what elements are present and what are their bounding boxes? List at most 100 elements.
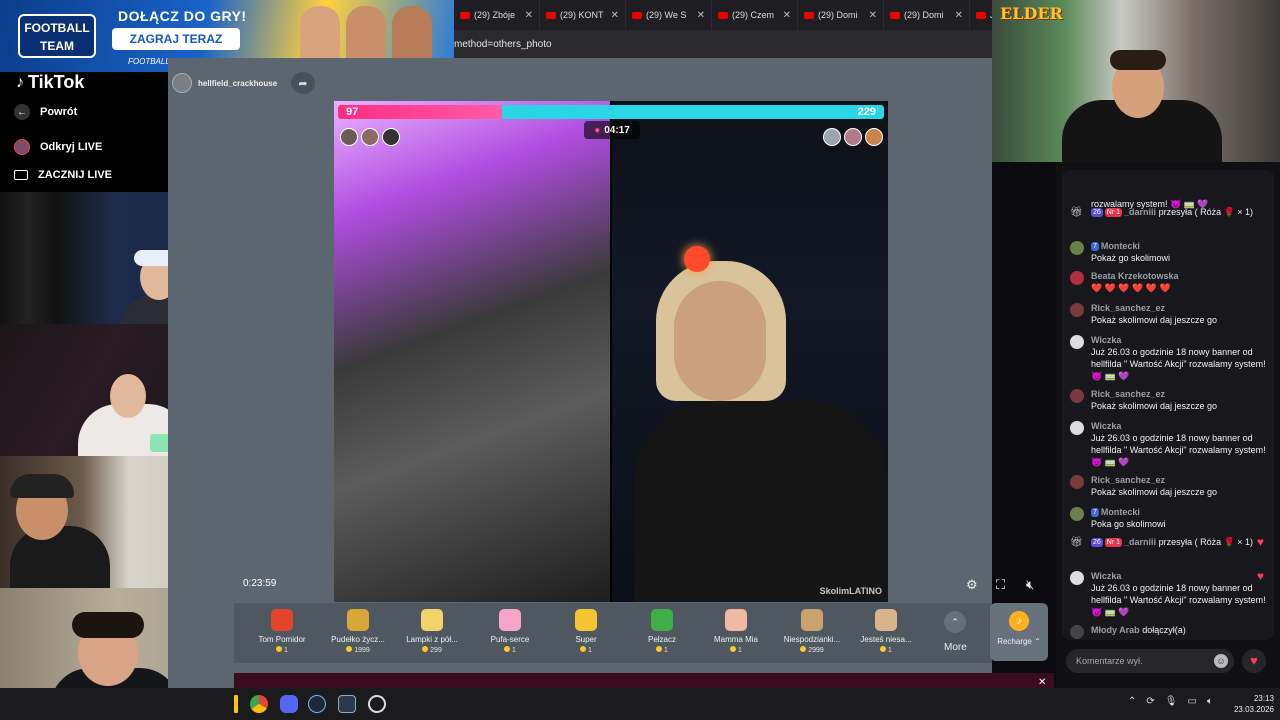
recharge-button[interactable]: ♪ Recharge ⌃ [990,603,1048,661]
chat-username[interactable]: Młody Arab [1091,625,1140,635]
chat-message[interactable]: Wiczka Już 26.03 o godzinie 18 nowy bann… [1070,420,1270,468]
chat-username[interactable]: Rick_sanchez_ez [1091,389,1165,399]
browser-tab[interactable]: (29) Domi ✕ [884,0,970,30]
close-icon[interactable]: ✕ [611,10,619,21]
close-icon[interactable]: ✕ [783,10,791,21]
supporter-avatar[interactable] [382,128,400,146]
gift-message[interactable]: 🎁︎ 26 Nr 1 _darniii przesyła ( Róża 🌹 × 1) ♥ [1070,536,1270,548]
address-bar[interactable]: method=others_photo [454,30,992,58]
chat-avatar[interactable] [1070,335,1084,349]
browser-tab[interactable]: (29) Domi ✕ [798,0,884,30]
supporter-avatar[interactable] [844,128,862,146]
settings-icon[interactable]: ⚙ [966,577,978,593]
gift-name: Mamma Mia [713,635,758,644]
chat-username[interactable]: Wiczka [1091,571,1121,581]
gift-more-button[interactable]: More [944,642,967,653]
volume-icon[interactable]: 🔈︎ [1207,696,1213,707]
chevron-up-icon[interactable]: ⌃ [1128,696,1136,707]
chat-username[interactable]: Wiczka [1091,335,1121,345]
chat-message[interactable]: Rick_sanchez_ez Pokaż skolimowi daj jesz… [1070,388,1270,412]
chat-username[interactable]: _darniii [1124,537,1156,547]
gift-item[interactable]: Super 1 [550,609,622,654]
mute-icon[interactable]: 🔇︎ [1026,577,1034,593]
gift-icon [575,609,597,631]
close-icon[interactable]: ✕ [869,10,877,21]
live-video[interactable]: 97 229 ● 04:17 SkolimLATINO [334,101,888,602]
gift-item[interactable]: Pudełko życz... 1999 [322,609,394,654]
chat-username[interactable]: Wiczka [1091,421,1121,431]
sidebar-item-go-live[interactable]: ZACZNIJ LIVE [14,169,112,181]
microphone-icon[interactable]: 🎙︎ [1165,696,1178,707]
obs-icon[interactable] [368,695,386,713]
gift-item[interactable]: Pełzacz 1 [626,609,698,654]
close-icon[interactable]: ✕ [1038,677,1046,688]
gift-message[interactable]: 🎁︎ 26 Nr 1 _darniii przesyła ( Róża 🌹 × 1) [1070,206,1270,218]
chat-avatar[interactable] [1070,241,1084,255]
gift-item[interactable]: Mamma Mia 1 [700,609,772,654]
back-button[interactable]: ← Powrót [14,104,77,120]
pk-left-score: 97 [346,106,359,118]
chat-message[interactable]: Wiczka Już 26.03 o godzinie 18 nowy bann… [1070,334,1270,382]
clock[interactable]: 23:13 23.03.2026 [1226,693,1274,715]
chat-message[interactable]: Beata Krzekotowska ❤️ ❤️ ❤️ ❤️ ❤️ ❤️ [1070,270,1270,294]
browser-tab[interactable]: (29) KONT ✕ [540,0,626,30]
gift-item[interactable]: Pufa-serce 1 [474,609,546,654]
heart-icon[interactable]: ♥ [1242,649,1266,673]
battle-timer-text: 04:17 [604,124,630,136]
ad-play-button[interactable]: ZAGRAJ TERAZ [112,28,240,50]
browser-tab[interactable]: (29) We S ✕ [626,0,712,30]
chat-username[interactable]: _darniii [1124,207,1156,217]
chat-message[interactable]: Rick_sanchez_ez Pokaż skolimowi daj jesz… [1070,474,1270,498]
supporter-avatar[interactable] [823,128,841,146]
fullscreen-icon[interactable]: ⛶ [996,577,1005,593]
sync-icon[interactable]: ⟳ [1146,696,1154,707]
share-icon[interactable]: ➦ [291,72,315,94]
tiktok-logo[interactable]: ♪ TikTok [16,72,84,93]
chat-username[interactable]: Montecki [1101,241,1140,251]
chat-username[interactable]: Beata Krzekotowska [1091,271,1179,281]
chat-username[interactable]: Rick_sanchez_ez [1091,475,1165,485]
close-icon[interactable]: ✕ [955,10,963,21]
streamer-avatar[interactable] [172,73,192,93]
chat-avatar[interactable] [1070,421,1084,435]
chat-message[interactable]: Rick_sanchez_ez Pokaż skolimowi daj jesz… [1070,302,1270,326]
monitor-icon[interactable]: ▭ [1187,696,1196,707]
close-icon[interactable]: ✕ [697,10,705,21]
chat-username[interactable]: Rick_sanchez_ez [1091,303,1165,313]
join-notice[interactable]: Młody Arab dołączył(a) [1070,624,1270,639]
file-explorer-icon[interactable] [234,695,238,713]
chat-username[interactable]: Montecki [1101,507,1140,517]
streamer-info[interactable]: hellfield_crackhouse [172,72,277,94]
browser-tab[interactable]: (29) Czem ✕ [712,0,798,30]
browser-tab[interactable]: Je [970,0,992,30]
gift-item[interactable]: Tom Pomidor 1 [246,609,318,654]
chat-avatar[interactable] [1070,389,1084,403]
chat-message[interactable]: Wiczka Już 26.03 o godzinie 18 nowy bann… [1070,570,1270,618]
chat-avatar[interactable] [1070,507,1084,521]
chat-message[interactable]: 7 Montecki Pokaż go skolimowi [1070,240,1270,264]
streamer-name[interactable]: hellfield_crackhouse [198,79,277,88]
supporter-avatar[interactable] [340,128,358,146]
chrome-icon[interactable] [250,695,268,713]
chat-avatar[interactable] [1070,571,1084,585]
gift-item[interactable]: Lampki z pół... 299 [396,609,468,654]
supporter-avatar[interactable] [865,128,883,146]
chat-avatar[interactable] [1070,475,1084,489]
sidebar-item-discover-live[interactable]: Odkryj LIVE [14,139,102,155]
discord-icon[interactable] [280,695,298,713]
chat-avatar[interactable] [1070,271,1084,285]
comment-input[interactable]: Komentarze wył. [1066,649,1234,673]
app-icon[interactable] [338,695,356,713]
chat-avatar[interactable] [1070,625,1084,639]
gift-more-chevron-icon[interactable]: ⌃ [944,611,966,633]
gift-item[interactable]: Niespodzianki... 2999 [776,609,848,654]
close-icon[interactable]: ✕ [525,10,533,21]
emoji-icon[interactable]: ☺ [1214,654,1228,668]
supporter-avatar[interactable] [361,128,379,146]
tiktok-logo-text: TikTok [28,72,85,92]
chat-message[interactable]: 7 Montecki Poka go skolimowi [1070,506,1270,530]
browser-tab[interactable]: (29) Zbóje ✕ [454,0,540,30]
chat-avatar[interactable] [1070,303,1084,317]
gift-item[interactable]: Jesteś niesa... 1 [850,609,922,654]
steam-icon[interactable] [308,695,326,713]
